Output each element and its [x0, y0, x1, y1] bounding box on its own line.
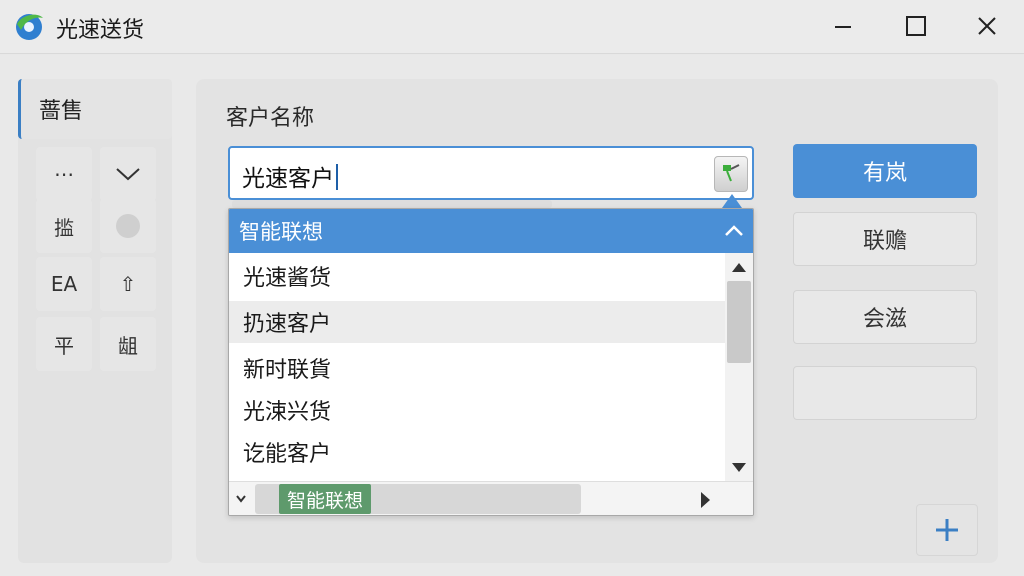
- lookup-button[interactable]: [714, 156, 748, 192]
- sidebar-cell-ea[interactable]: EA: [36, 257, 92, 311]
- sidebar-cell-1[interactable]: 㨫: [36, 199, 92, 253]
- suggestion-list: 光速酱货 扔速客户 新时联貨 光涑兴货 讫能客户: [229, 253, 725, 481]
- chevron-up-icon: [725, 225, 743, 236]
- customer-name-value: 光速客户: [242, 159, 338, 193]
- maximize-icon: [906, 16, 926, 36]
- sidebar: 蔷售 ⋯ 㨫 EA ⇧ 平 龃: [18, 79, 172, 563]
- close-icon: [978, 17, 996, 35]
- sidebar-cell-dot[interactable]: [100, 199, 156, 253]
- chevron-down-icon: [116, 168, 140, 181]
- sidebar-cell-up[interactable]: ⇧: [100, 257, 156, 311]
- maximize-button[interactable]: [896, 8, 936, 44]
- text-caret: [336, 164, 338, 190]
- autocomplete-dropdown[interactable]: 智能联想 光速酱货 扔速客户 新时联貨 光涑兴货 讫能客户 智能联想: [228, 208, 754, 516]
- scroll-up-icon[interactable]: [732, 263, 746, 272]
- customer-name-input[interactable]: 光速客户: [228, 146, 754, 200]
- dropdown-pointer: [722, 194, 742, 208]
- list-item-highlighted[interactable]: 扔速客户: [229, 301, 725, 343]
- scroll-down-icon[interactable]: [732, 463, 746, 472]
- horizontal-scrollbar[interactable]: 智能联想: [229, 481, 753, 515]
- app-logo-icon: [12, 10, 46, 42]
- add-button[interactable]: [916, 504, 978, 556]
- list-item[interactable]: 讫能客户: [229, 431, 725, 473]
- sidebar-cell-more[interactable]: ⋯: [36, 147, 92, 201]
- chevron-small-down-icon: [236, 495, 246, 503]
- list-item[interactable]: 新时联貨: [229, 347, 725, 389]
- scroll-right-icon[interactable]: [701, 492, 710, 508]
- close-button[interactable]: [967, 8, 1007, 44]
- smart-suggest-badge[interactable]: 智能联想: [279, 484, 372, 514]
- title-bar: 光速送货: [0, 0, 1024, 54]
- second-button[interactable]: 联赡: [793, 212, 977, 266]
- plus-icon: [936, 519, 958, 541]
- vertical-scrollbar[interactable]: [725, 253, 753, 481]
- list-item[interactable]: 光速酱货: [229, 255, 725, 297]
- third-button[interactable]: 会滋: [793, 290, 977, 344]
- sidebar-cell-2[interactable]: 平: [36, 317, 92, 371]
- dropdown-header-label: 智能联想: [239, 220, 323, 244]
- sidebar-cell-3[interactable]: 龃: [100, 317, 156, 371]
- minimize-button[interactable]: [823, 8, 863, 44]
- dropdown-header[interactable]: 智能联想: [229, 209, 753, 253]
- minimize-icon: [835, 26, 851, 28]
- lookup-icon: [723, 164, 740, 182]
- customer-name-label: 客户名称: [226, 106, 315, 131]
- app-title: 光速送货: [56, 18, 145, 43]
- circle-icon: [116, 214, 140, 238]
- primary-button[interactable]: 有岚: [793, 144, 977, 198]
- scrollbar-thumb[interactable]: [727, 281, 751, 363]
- sidebar-item-active[interactable]: 蔷售: [18, 79, 172, 139]
- fourth-button[interactable]: [793, 366, 977, 420]
- hint-text-placeholder: [232, 200, 552, 208]
- list-item[interactable]: 光涑兴货: [229, 389, 725, 431]
- sidebar-cell-expand[interactable]: [100, 147, 156, 201]
